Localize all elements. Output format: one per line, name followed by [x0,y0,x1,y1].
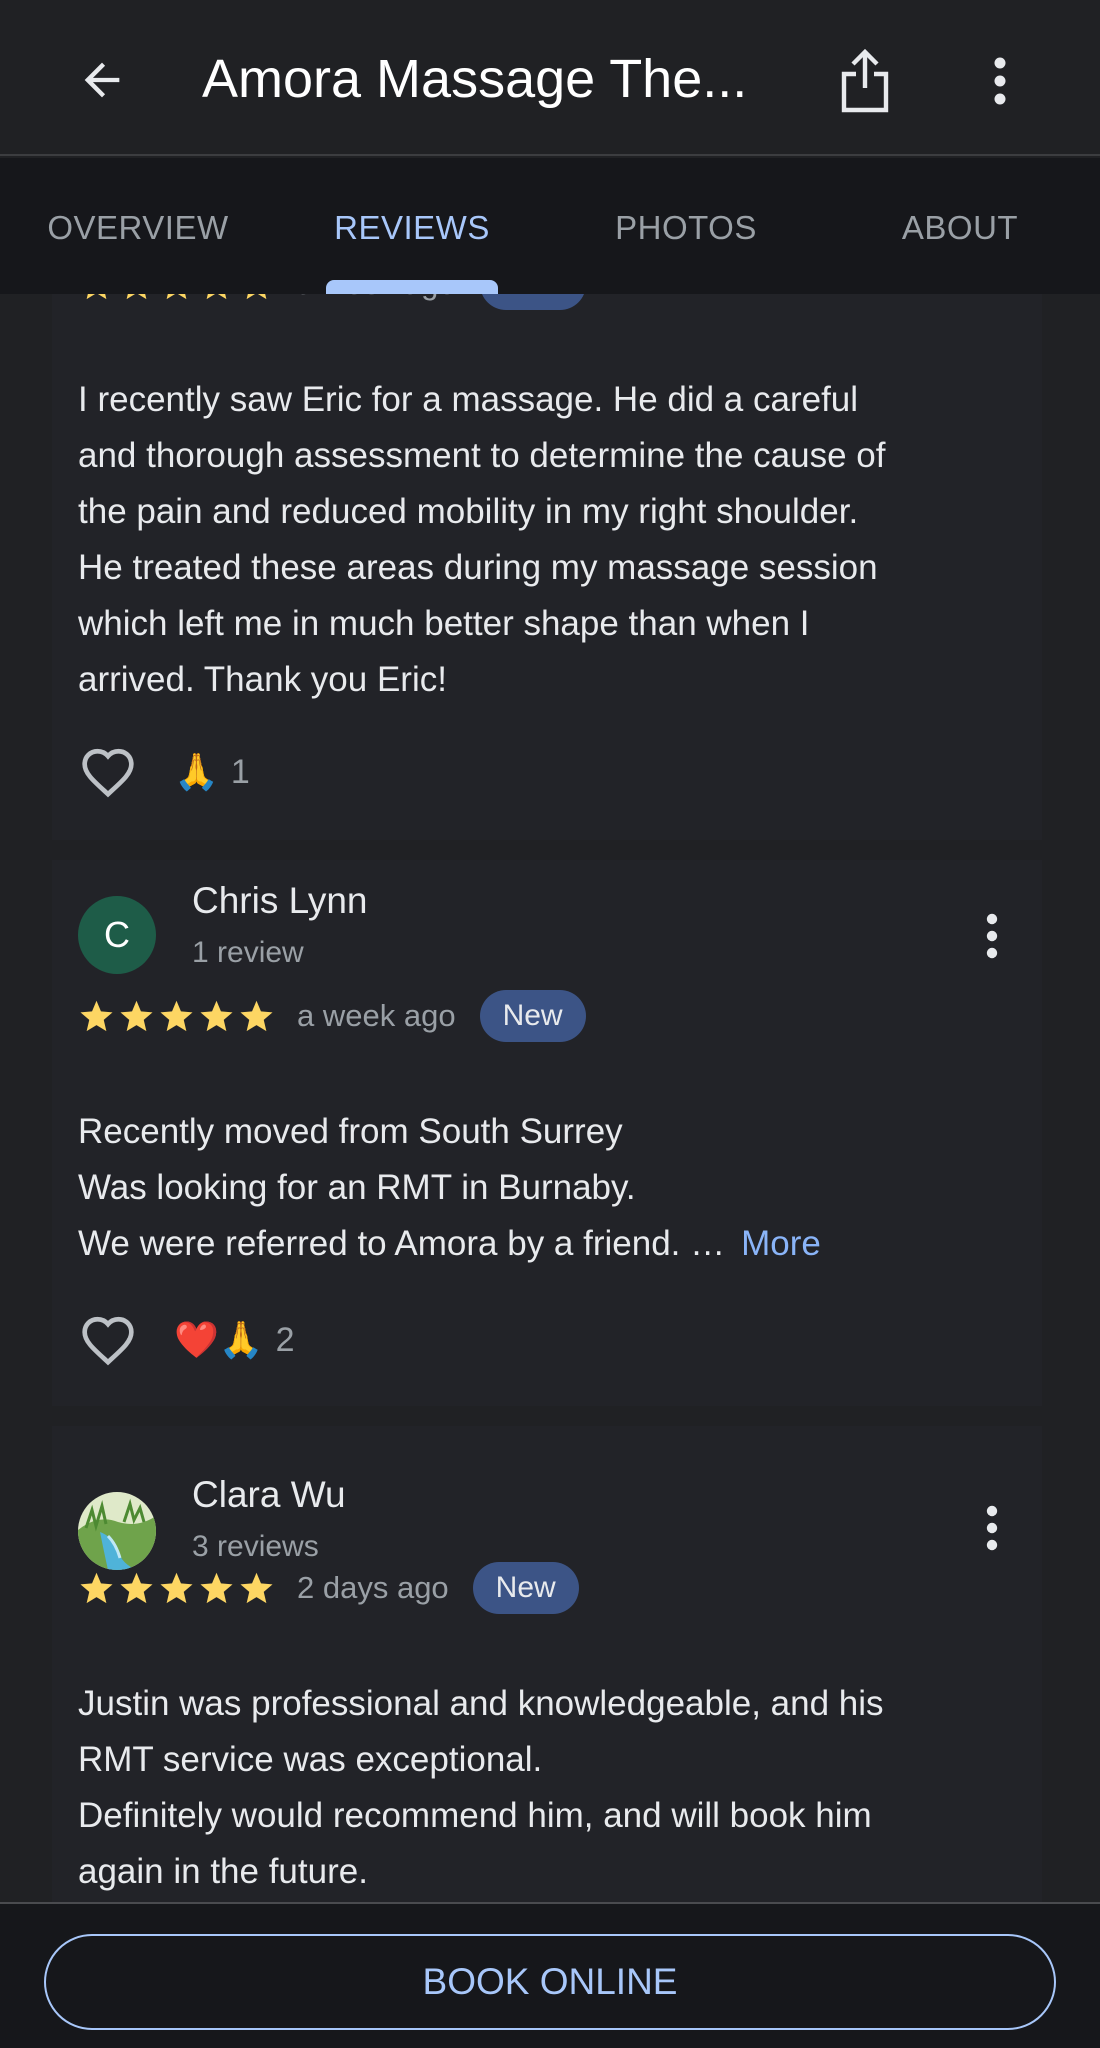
star-icon [80,1572,113,1603]
review-text-line: We were referred to Amora by a friend. …… [78,1216,1028,1272]
star-icon [246,294,267,299]
author-name[interactable]: Clara Wu [192,1474,346,1516]
review-meta: 2 days ago New [78,1560,579,1616]
review-time: a week ago [297,998,456,1033]
new-badge: New [479,990,586,1042]
reaction-count: 2 [275,1320,295,1359]
new-badge: New [479,294,586,310]
review-card: a week ago New I recently saw Eric for a… [52,294,1042,840]
star-icon [200,1572,233,1603]
star-rating [78,294,275,303]
review-text-line: I recently saw Eric for a massage. He di… [78,380,859,419]
avatar[interactable] [78,1492,156,1570]
back-button[interactable] [62,40,142,120]
reaction-emoji: 🙏 [174,751,219,792]
review-text-line: which left me in much better shape than … [78,604,810,643]
review-text[interactable]: Justin was professional and knowledgeabl… [78,1676,1028,1900]
author-review-count: 3 reviews [192,1530,319,1563]
tab-overview[interactable]: OVERVIEW [38,198,238,258]
review-more-button[interactable] [962,1488,1022,1568]
heart-outline-icon [82,1316,134,1366]
star-icon [120,1572,153,1603]
arrow-left-icon [84,62,120,98]
like-button[interactable] [78,1310,138,1370]
more-vert-icon [986,913,998,959]
star-icon [80,1000,113,1031]
tab-photos[interactable]: PHOTOS [586,198,786,258]
more-options-button[interactable] [955,36,1045,126]
reviews-list[interactable]: a week ago New I recently saw Eric for a… [0,294,1100,1902]
tab-bar: OVERVIEW REVIEWS PHOTOS ABOUT [0,158,1100,294]
avatar[interactable]: C [78,896,156,974]
review-text-line: He treated these areas during my massage… [78,548,878,587]
review-text-line: Justin was professional and knowledgeabl… [78,1684,884,1723]
star-icon [126,294,147,299]
star-icon [206,294,227,299]
review-text-line: RMT service was exceptional. [78,1740,543,1779]
review-text-line: Was looking for an RMT in Burnaby. [78,1168,636,1207]
review-time: 2 days ago [297,1570,449,1605]
bottom-action-bar: BOOK ONLINE [0,1902,1100,2048]
star-icon [160,1572,193,1603]
review-reactions: 🙏 1 [78,742,250,802]
review-text-line: Recently moved from South Surrey [78,1112,623,1151]
share-button[interactable] [820,36,910,126]
review-card: Clara Wu 3 reviews 2 days ago New Justin… [52,1426,1042,1902]
top-app-bar: Amora Massage The... [0,0,1100,156]
author-review-count: 1 review [192,936,304,969]
tab-reviews[interactable]: REVIEWS [312,198,512,258]
waterfall-photo-avatar [78,1492,156,1570]
share-icon [841,48,889,113]
more-link[interactable]: More [741,1224,821,1263]
heart-outline-icon [82,748,134,798]
star-icon [120,1000,153,1031]
star-icon [240,1572,273,1603]
tab-about[interactable]: ABOUT [860,198,1060,258]
review-text-line-content: We were referred to Amora by a friend. … [78,1224,726,1263]
review-text-line: the pain and reduced mobility in my righ… [78,492,859,531]
review-text-line: and thorough assessment to determine the… [78,436,886,475]
more-vert-icon [994,57,1006,105]
star-rating [78,1570,275,1607]
review-meta: a week ago New [78,294,586,312]
star-icon [166,294,187,299]
author-name[interactable]: Chris Lynn [192,880,367,922]
review-text[interactable]: Recently moved from South Surrey Was loo… [78,1104,1028,1272]
review-card: C Chris Lynn 1 review a week ago New Rec… [52,860,1042,1406]
active-tab-indicator [326,280,498,294]
review-more-button[interactable] [962,896,1022,976]
more-vert-icon [986,1505,998,1551]
reaction-emoji: ❤️🙏 [174,1319,264,1360]
page-title: Amora Massage The... [202,49,748,109]
review-reactions: ❤️🙏 2 [78,1310,295,1370]
star-icon [160,1000,193,1031]
star-icon [86,294,107,299]
book-online-button[interactable]: BOOK ONLINE [44,1934,1056,2030]
star-icon [240,1000,273,1031]
review-meta: a week ago New [78,988,586,1044]
new-badge: New [472,1562,579,1614]
review-text-line: again in the future. [78,1852,368,1891]
star-rating [78,998,275,1035]
review-text[interactable]: I recently saw Eric for a massage. He di… [78,372,1028,708]
review-text-line: Definitely would recommend him, and will… [78,1796,872,1835]
star-icon [200,1000,233,1031]
reaction-count: 1 [230,752,250,791]
review-text-line: arrived. Thank you Eric! [78,660,447,699]
review-time: a week ago [297,294,456,302]
like-button[interactable] [78,742,138,802]
